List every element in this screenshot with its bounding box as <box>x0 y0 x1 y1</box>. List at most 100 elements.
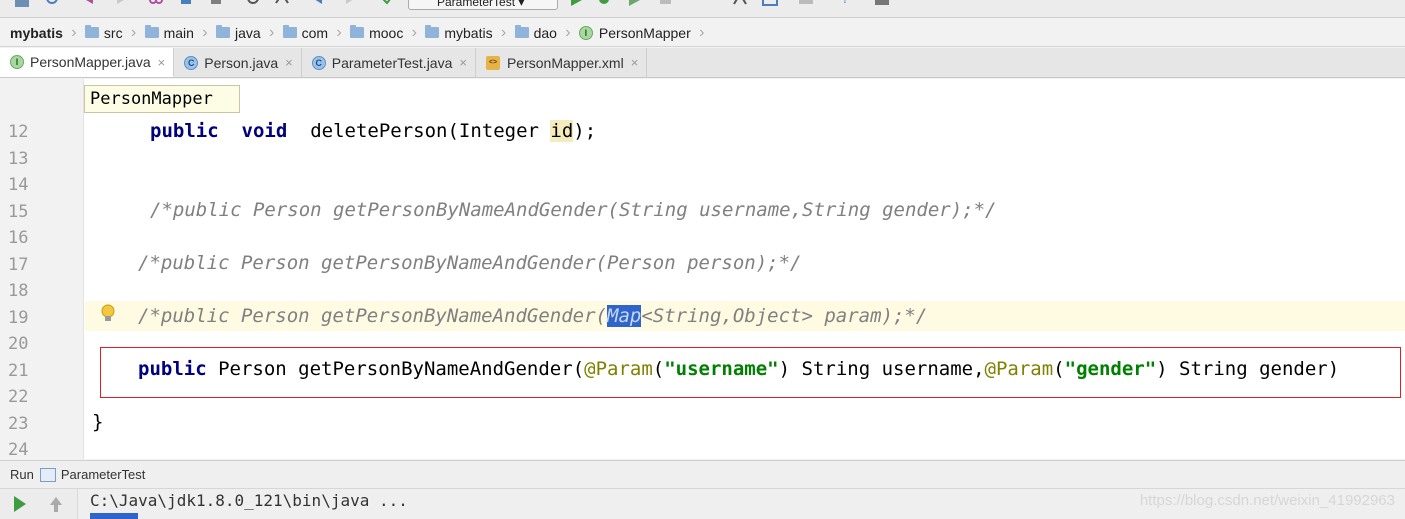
sync-icon[interactable] <box>44 0 60 8</box>
console-selection <box>90 513 138 519</box>
lightbulb-icon[interactable] <box>98 303 118 327</box>
run-config-label: ParameterTest <box>437 0 516 9</box>
forward-icon[interactable] <box>340 0 356 8</box>
build-icon[interactable] <box>380 0 396 8</box>
breadcrumb-dao[interactable]: dao <box>509 19 563 47</box>
help-icon[interactable]: ? <box>838 0 854 8</box>
code-editor[interactable]: 12 13 14 15 16 17 18 19 20 21 22 23 24 P… <box>0 79 1405 459</box>
rerun-icon[interactable] <box>12 495 28 513</box>
tab-label: PersonMapper.java <box>30 54 151 70</box>
folder-icon <box>425 25 440 38</box>
breadcrumb-label: java <box>234 24 261 41</box>
breadcrumb-separator: › <box>130 23 137 41</box>
breadcrumb-mybatis-package[interactable]: mybatis <box>419 19 498 47</box>
folder-icon <box>144 25 159 38</box>
selected-text: Map <box>607 305 642 327</box>
run-config-selector[interactable]: ParameterTest ▾ <box>408 0 558 10</box>
close-icon[interactable]: × <box>285 55 293 70</box>
breadcrumb-label: mybatis <box>444 24 493 41</box>
code-line-12: public void deletePerson(Integer id); <box>150 120 596 142</box>
save-icon[interactable] <box>14 0 30 8</box>
code-line-17: /*public Person getPersonByNameAndGender… <box>138 252 802 274</box>
tab-person-java[interactable]: C Person.java × <box>174 48 302 77</box>
code-line-15: /*public Person getPersonByNameAndGender… <box>150 199 997 221</box>
project-structure-icon[interactable] <box>732 0 748 8</box>
breadcrumb-separator: › <box>411 23 417 41</box>
xml-file-icon: <> <box>485 55 500 70</box>
parameter-highlight: id <box>550 120 574 142</box>
svg-text:?: ? <box>842 0 848 6</box>
replace-icon[interactable] <box>274 0 290 8</box>
test-class-icon: C <box>311 55 326 70</box>
coverage-icon[interactable] <box>626 0 642 8</box>
line-number: 15 <box>8 202 29 222</box>
code-text: deletePerson(Integer <box>310 120 551 142</box>
terminal-icon[interactable] <box>874 0 890 8</box>
paste-icon[interactable] <box>208 0 224 8</box>
code-line-23: } <box>92 411 104 433</box>
folder-icon <box>514 25 529 38</box>
run-tool-window: Run ParameterTest C:\Java\jdk1.8.0_121\b… <box>0 460 1405 519</box>
breadcrumb-main[interactable]: main <box>139 19 200 47</box>
breadcrumb-separator: › <box>268 23 275 41</box>
scroll-up-icon[interactable] <box>48 495 64 513</box>
vcs-icon[interactable] <box>798 0 814 8</box>
breadcrumb-separator: › <box>336 23 342 41</box>
folder-icon <box>84 25 99 38</box>
line-number: 13 <box>8 149 29 169</box>
folder-icon <box>215 25 230 38</box>
copy-icon[interactable] <box>178 0 194 8</box>
comment-text: <String,Object> param);*/ <box>641 305 928 327</box>
run-configuration-icon <box>39 467 56 482</box>
code-text: ( <box>652 358 665 380</box>
breadcrumb-project[interactable]: mybatis <box>0 19 69 47</box>
breadcrumb-mooc[interactable]: mooc <box>344 19 409 47</box>
cut-icon[interactable] <box>148 0 164 8</box>
close-icon[interactable]: × <box>631 55 639 70</box>
line-number: 18 <box>8 281 29 301</box>
back-icon[interactable] <box>312 0 328 8</box>
sdk-icon[interactable] <box>762 0 778 8</box>
undo-icon[interactable] <box>84 0 100 8</box>
code-text: Person getPersonByNameAndGender( <box>206 358 585 380</box>
stop-icon[interactable] <box>658 0 674 8</box>
interface-icon: I <box>10 55 24 69</box>
breadcrumb-separator: › <box>500 23 507 41</box>
breadcrumb-separator: › <box>565 23 571 41</box>
context-popup: PersonMapper <box>84 85 240 113</box>
breadcrumb-label: PersonMapper <box>598 24 691 41</box>
keyword: void <box>241 120 288 142</box>
folder-icon <box>282 25 297 38</box>
tab-label: ParameterTest.java <box>331 54 453 71</box>
line-number: 23 <box>8 414 29 434</box>
breadcrumb-src[interactable]: src <box>79 19 129 47</box>
run-label: Run <box>10 467 34 482</box>
run-tab-label[interactable]: ParameterTest <box>61 467 146 482</box>
breadcrumb-java[interactable]: java <box>210 19 267 47</box>
string-literal: "username" <box>664 358 779 380</box>
interface-icon: I <box>578 25 593 40</box>
close-icon[interactable]: × <box>158 55 166 70</box>
line-number: 20 <box>8 334 29 354</box>
close-icon[interactable]: × <box>459 55 467 70</box>
redo-icon[interactable] <box>110 0 126 8</box>
keyword: public <box>138 358 207 380</box>
breadcrumb-com[interactable]: com <box>277 19 334 47</box>
tab-parametertest-java[interactable]: C ParameterTest.java × <box>301 48 476 77</box>
keyword: public <box>150 120 219 142</box>
run-icon[interactable] <box>568 0 584 8</box>
annotation: @Param <box>584 358 653 380</box>
breadcrumb-personmapper[interactable]: I PersonMapper <box>573 19 697 47</box>
code-text: ); <box>573 120 597 142</box>
line-number: 12 <box>8 122 29 142</box>
comment-text: /*public Person getPersonByNameAndGender… <box>138 305 607 327</box>
tab-personmapper-java[interactable]: I PersonMapper.java × <box>0 48 175 77</box>
code-text: ( <box>1053 358 1065 380</box>
tab-label: Person.java <box>204 54 279 71</box>
breadcrumb-separator: › <box>699 23 705 41</box>
code-line-21: public Person getPersonByNameAndGender(@… <box>138 358 1339 380</box>
debug-icon[interactable] <box>596 0 612 8</box>
find-icon[interactable] <box>246 0 262 8</box>
tab-personmapper-xml[interactable]: <> PersonMapper.xml × <box>475 48 648 77</box>
breadcrumb-label: src <box>103 24 123 41</box>
